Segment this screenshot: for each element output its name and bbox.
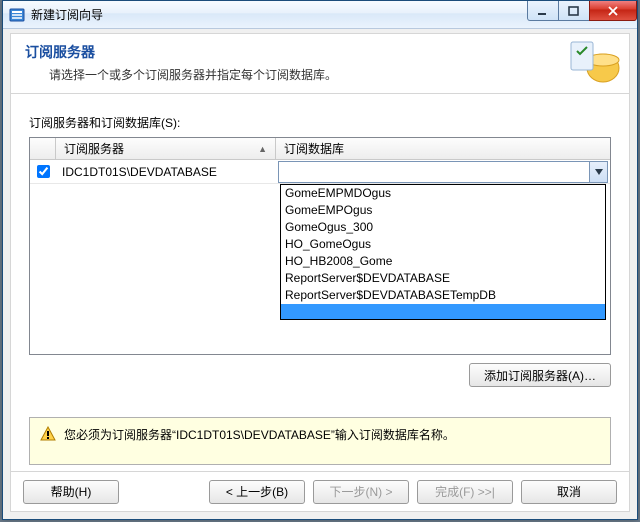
wizard-window: 新建订阅向导 订阅服务器 请选择一个或多个订阅服务器并指定每个订阅数据库。 — [2, 0, 638, 520]
wizard-hero-icon — [567, 38, 621, 86]
grid-header-db-label: 订阅数据库 — [284, 140, 344, 157]
sort-asc-icon: ▲ — [258, 144, 267, 154]
wizard-header: 订阅服务器 请选择一个或多个订阅服务器并指定每个订阅数据库。 — [11, 34, 629, 94]
row-db-cell: GomeEMPMDOgusGomeEMPOgusGomeOgus_300HO_G… — [276, 160, 610, 183]
finish-button[interactable]: 完成(F) >>| — [417, 480, 513, 504]
help-button[interactable]: 帮助(H) — [23, 480, 119, 504]
dropdown-item[interactable]: ReportServer$DEVDATABASE — [281, 270, 605, 287]
warning-panel: 您必须为订阅服务器“IDC1DT01S\DEVDATABASE”输入订阅数据库名… — [29, 417, 611, 465]
grid-header-server[interactable]: 订阅服务器 ▲ — [56, 138, 276, 159]
cancel-button[interactable]: 取消 — [521, 480, 617, 504]
dropdown-item[interactable]: GomeEMPMDOgus — [281, 185, 605, 202]
page-title: 订阅服务器 — [25, 42, 617, 62]
grid-header-check — [30, 138, 56, 159]
db-dropdown[interactable]: GomeEMPMDOgusGomeEMPOgusGomeOgus_300HO_G… — [280, 184, 606, 320]
db-combo[interactable]: GomeEMPMDOgusGomeEMPOgusGomeOgus_300HO_G… — [278, 161, 608, 183]
grid-header: 订阅服务器 ▲ 订阅数据库 — [30, 138, 610, 160]
grid-header-server-label: 订阅服务器 — [64, 140, 124, 157]
warning-icon — [40, 426, 56, 442]
titlebar: 新建订阅向导 — [3, 1, 637, 29]
grid-row: IDC1DT01S\DEVDATABASE GomeEMPMDOgusGomeE… — [30, 160, 610, 184]
back-button[interactable]: < 上一步(B) — [209, 480, 305, 504]
dropdown-item[interactable]: GomeEMPOgus — [281, 202, 605, 219]
dropdown-item[interactable]: HO_GomeOgus — [281, 236, 605, 253]
row-server: IDC1DT01S\DEVDATABASE — [56, 160, 276, 183]
dropdown-item[interactable]: HO_HB2008_Gome — [281, 253, 605, 270]
dropdown-item[interactable]: ReportServer$DEVDATABASETempDB — [281, 287, 605, 304]
row-checkbox[interactable] — [37, 165, 50, 178]
maximize-button[interactable] — [558, 1, 590, 21]
add-server-button[interactable]: 添加订阅服务器(A)… — [469, 363, 611, 387]
subscription-grid: 订阅服务器 ▲ 订阅数据库 IDC1DT01S\DEVDATABASE — [29, 137, 611, 355]
app-icon — [9, 7, 25, 23]
grid-header-db[interactable]: 订阅数据库 — [276, 138, 610, 159]
client-area: 订阅服务器 请选择一个或多个订阅服务器并指定每个订阅数据库。 订阅服务器和订阅数… — [10, 33, 630, 512]
dropdown-item[interactable]: GomeOgus_300 — [281, 219, 605, 236]
wizard-footer: 帮助(H) < 上一步(B) 下一步(N) > 完成(F) >>| 取消 — [11, 471, 629, 511]
wizard-body: 订阅服务器和订阅数据库(S): 订阅服务器 ▲ 订阅数据库 — [11, 96, 629, 395]
page-subtitle: 请选择一个或多个订阅服务器并指定每个订阅数据库。 — [49, 66, 617, 83]
minimize-button[interactable] — [527, 1, 559, 21]
row-check-cell — [30, 160, 56, 183]
next-button[interactable]: 下一步(N) > — [313, 480, 409, 504]
grid-label: 订阅服务器和订阅数据库(S): — [29, 114, 611, 131]
db-combo-button[interactable] — [589, 162, 607, 182]
close-button[interactable] — [589, 1, 637, 21]
dropdown-item-selected[interactable] — [281, 304, 605, 319]
warning-text: 您必须为订阅服务器“IDC1DT01S\DEVDATABASE”输入订阅数据库名… — [64, 426, 455, 443]
